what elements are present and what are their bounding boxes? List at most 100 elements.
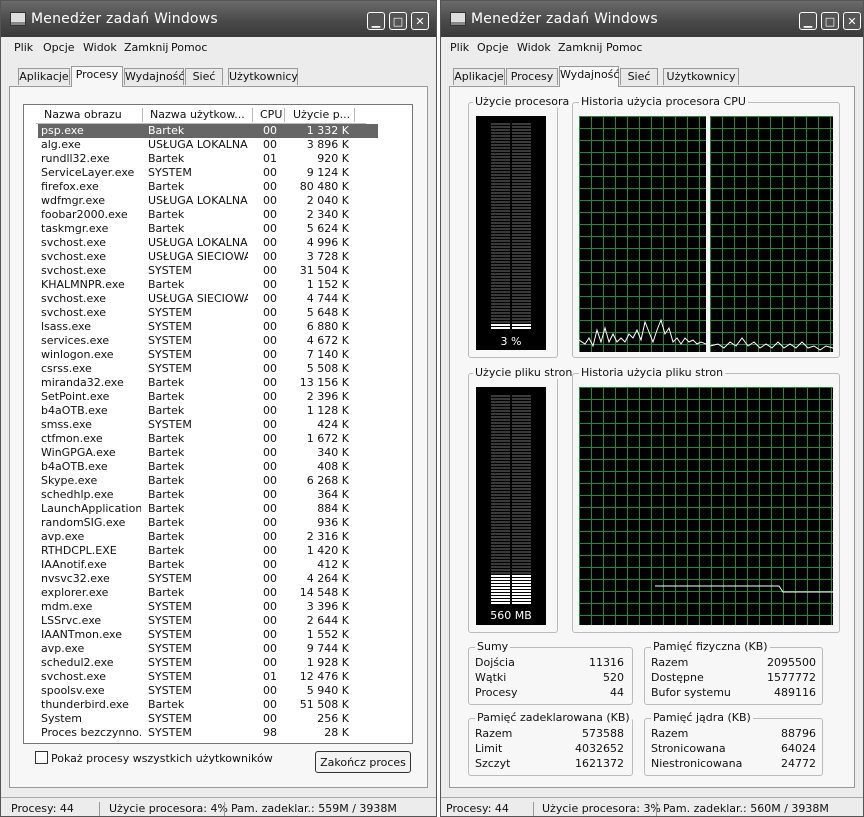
tab-applications[interactable]: Aplikacje — [453, 68, 505, 85]
tab-processes[interactable]: Procesy — [71, 66, 123, 87]
end-process-button[interactable]: Zakończ proces — [315, 751, 411, 773]
process-row[interactable]: services.exe SYSTEM 00 4 672 K — [38, 334, 378, 348]
meter-segment — [491, 297, 510, 299]
process-row[interactable]: IAANTmon.exe SYSTEM 00 1 552 K — [38, 628, 378, 642]
process-row[interactable]: KHALMNPR.exe Bartek 00 1 152 K — [38, 278, 378, 292]
process-row[interactable]: svchost.exe USŁUGA LOKALNA 00 4 996 K — [38, 236, 378, 250]
process-row[interactable]: wdfmgr.exe USŁUGA LOKALNA 00 2 040 K — [38, 194, 378, 208]
process-row[interactable]: WinGPGA.exe Bartek 00 340 K — [38, 446, 378, 460]
process-row[interactable]: svchost.exe SYSTEM 00 5 648 K — [38, 306, 378, 320]
process-row[interactable]: ctfmon.exe Bartek 00 1 672 K — [38, 432, 378, 446]
tab-applications[interactable]: Aplikacje — [18, 68, 70, 85]
close-button[interactable]: ✕ — [843, 12, 861, 30]
meter-segment — [491, 446, 510, 448]
process-row[interactable]: svchost.exe SYSTEM 01 12 476 K — [38, 670, 378, 684]
column-user-name[interactable]: Nazwa użytkow... — [150, 108, 245, 121]
process-row[interactable]: System SYSTEM 00 256 K — [38, 712, 378, 726]
checkbox-box[interactable] — [35, 751, 48, 764]
menu-help[interactable]: Pomoc — [606, 41, 642, 54]
process-row[interactable]: LSSrvc.exe SYSTEM 00 2 644 K — [38, 614, 378, 628]
process-row[interactable]: IAAnotif.exe Bartek 00 412 K — [38, 558, 378, 572]
column-cpu[interactable]: CPU — [260, 108, 282, 121]
process-row[interactable]: svchost.exe SYSTEM 00 31 504 K — [38, 264, 378, 278]
physical-available-label: Dostępne — [651, 671, 704, 684]
tab-performance[interactable]: Wydajność — [559, 66, 619, 87]
process-row[interactable]: nvsvc32.exe SYSTEM 00 4 264 K — [38, 572, 378, 586]
tab-users[interactable]: Użytkownicy — [663, 68, 739, 85]
meter-segment — [512, 171, 531, 173]
show-all-processes-checkbox[interactable]: Pokaż procesy wszystkich użytkowników — [35, 751, 273, 765]
process-row[interactable]: ServiceLayer.exe SYSTEM 00 9 124 K — [38, 166, 378, 180]
threads-label: Wątki — [475, 671, 507, 684]
title-bar[interactable]: Menedżer zadań Windows ▁ □ ✕ — [1, 1, 436, 37]
column-divider[interactable] — [252, 108, 253, 122]
row-image-name: miranda32.exe — [41, 376, 124, 389]
maximize-button[interactable]: □ — [821, 12, 839, 30]
tab-network[interactable]: Sieć — [620, 68, 658, 85]
process-row[interactable]: Proces bezczynno... SYSTEM 98 28 K — [38, 726, 378, 740]
process-row[interactable]: taskmgr.exe Bartek 00 5 624 K — [38, 222, 378, 236]
tab-network[interactable]: Sieć — [185, 68, 223, 85]
process-row[interactable]: Skype.exe Bartek 00 6 268 K — [38, 474, 378, 488]
tab-users[interactable]: Użytkownicy — [228, 68, 298, 85]
process-row[interactable]: csrss.exe SYSTEM 00 5 508 K — [38, 362, 378, 376]
column-divider[interactable] — [142, 108, 143, 122]
process-row[interactable]: spoolsv.exe SYSTEM 00 5 940 K — [38, 684, 378, 698]
process-row[interactable]: thunderbird.exe Bartek 00 51 508 K — [38, 698, 378, 712]
close-button[interactable]: ✕ — [411, 12, 429, 30]
column-divider[interactable] — [284, 108, 285, 122]
process-row[interactable]: LaunchApplication... Bartek 00 884 K — [38, 502, 378, 516]
process-row[interactable]: SetPoint.exe Bartek 00 2 396 K — [38, 390, 378, 404]
minimize-button[interactable]: ▁ — [799, 12, 817, 30]
meter-segment — [512, 491, 531, 493]
process-row[interactable]: RTHDCPL.EXE Bartek 00 1 420 K — [38, 544, 378, 558]
meter-segment — [491, 395, 510, 397]
maximize-button[interactable]: □ — [389, 12, 407, 30]
process-row[interactable]: avp.exe Bartek 00 2 316 K — [38, 530, 378, 544]
process-row[interactable]: mdm.exe SYSTEM 00 3 396 K — [38, 600, 378, 614]
process-row[interactable]: b4aOTB.exe Bartek 00 1 128 K — [38, 404, 378, 418]
minimize-button[interactable]: ▁ — [367, 12, 385, 30]
menu-options[interactable]: Opcje — [43, 41, 75, 54]
row-cpu: 00 — [263, 432, 277, 445]
process-row[interactable]: b4aOTB.exe Bartek 00 408 K — [38, 460, 378, 474]
column-image-name[interactable]: Nazwa obrazu — [44, 108, 122, 121]
process-row[interactable]: lsass.exe SYSTEM 00 6 880 K — [38, 320, 378, 334]
menu-close[interactable]: Zamknij — [558, 41, 602, 54]
process-row[interactable]: winlogon.exe SYSTEM 00 7 140 K — [38, 348, 378, 362]
row-memory: 364 K — [317, 488, 349, 501]
title-bar[interactable]: Menedżer zadań Windows ▁ □ ✕ — [441, 1, 863, 37]
process-row[interactable]: avp.exe SYSTEM 00 9 744 K — [38, 642, 378, 656]
process-row[interactable]: smss.exe SYSTEM 00 424 K — [38, 418, 378, 432]
process-row[interactable]: alg.exe USŁUGA LOKALNA 00 3 896 K — [38, 138, 378, 152]
process-row[interactable]: psp.exe Bartek 00 1 332 K — [38, 124, 378, 138]
menu-view[interactable]: Widok — [517, 41, 551, 54]
column-divider[interactable] — [354, 108, 355, 122]
meter-segment — [512, 153, 531, 155]
meter-segment — [491, 551, 510, 553]
process-row[interactable]: schedhlp.exe Bartek 00 364 K — [38, 488, 378, 502]
menu-close[interactable]: Zamknij — [124, 41, 168, 54]
tab-processes[interactable]: Procesy — [506, 68, 558, 85]
process-list[interactable]: Nazwa obrazu Nazwa użytkow... CPU Użycie… — [23, 104, 413, 744]
menu-file[interactable]: Plik — [450, 41, 469, 54]
meter-segment — [491, 261, 510, 263]
meter-segment — [491, 180, 510, 182]
menu-help[interactable]: Pomoc — [171, 41, 207, 54]
process-row[interactable]: schedul2.exe SYSTEM 00 1 928 K — [38, 656, 378, 670]
process-row[interactable]: svchost.exe USŁUGA SIECIOWA 00 3 728 K — [38, 250, 378, 264]
process-row[interactable]: foobar2000.exe Bartek 00 2 340 K — [38, 208, 378, 222]
process-row[interactable]: randomSIG.exe Bartek 00 936 K — [38, 516, 378, 530]
menu-file[interactable]: Plik — [14, 41, 33, 54]
tab-performance[interactable]: Wydajność — [124, 68, 184, 85]
cpu-history-group: Historia użycia procesora CPU — [572, 95, 840, 358]
process-row[interactable]: miranda32.exe Bartek 00 13 156 K — [38, 376, 378, 390]
menu-options[interactable]: Opcje — [477, 41, 509, 54]
menu-view[interactable]: Widok — [83, 41, 117, 54]
process-row[interactable]: firefox.exe Bartek 00 80 480 K — [38, 180, 378, 194]
row-user-name: SYSTEM — [148, 320, 192, 333]
process-row[interactable]: explorer.exe Bartek 00 14 548 K — [38, 586, 378, 600]
process-row[interactable]: svchost.exe USŁUGA SIECIOWA 00 4 744 K — [38, 292, 378, 306]
column-memory[interactable]: Użycie p... — [293, 108, 350, 121]
process-row[interactable]: rundll32.exe Bartek 01 920 K — [38, 152, 378, 166]
